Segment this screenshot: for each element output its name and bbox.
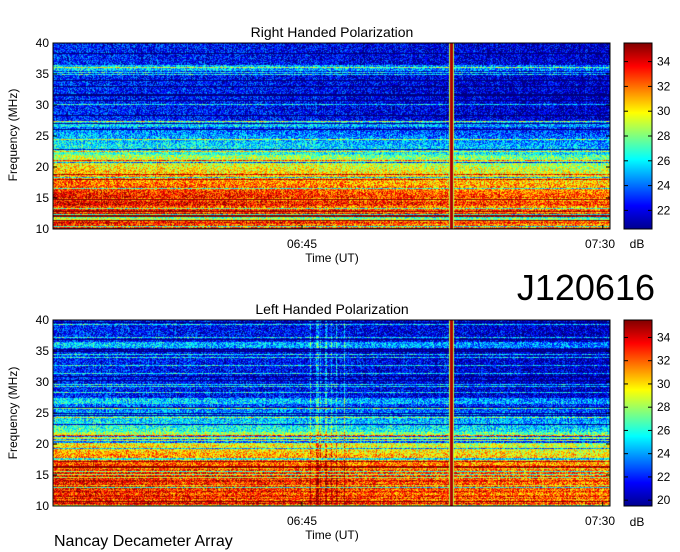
y-axis-label: Frequency (MHz) (6, 367, 20, 460)
colorbar-tick-label: 26 (657, 423, 671, 437)
colorbar-tick-label: 34 (657, 55, 671, 69)
colorbar-tick-label: 34 (657, 330, 671, 344)
y-axis-label: Frequency (MHz) (6, 89, 20, 182)
y-tick-label: 25 (36, 129, 50, 143)
y-tick-label: 10 (36, 222, 50, 236)
colorbar-tick-label: 22 (657, 470, 671, 484)
colorbar-tick-label: 20 (657, 493, 671, 507)
y-tick-label: 20 (36, 437, 50, 451)
y-tick-label: 40 (36, 313, 50, 327)
y-tick-label: 30 (36, 98, 50, 112)
colorbar (623, 42, 653, 230)
colorbar-tick-label: 32 (657, 354, 671, 368)
colorbar-unit: dB (630, 515, 645, 529)
y-tick-label: 35 (36, 67, 50, 81)
panel-title: Right Handed Polarization (251, 24, 414, 40)
left-polarization-panel: Left Handed Polarization Frequency (MHz)… (6, 301, 671, 542)
x-tick-label: 07:30 (585, 237, 615, 251)
footer-credit: Nancay Decameter Array (54, 533, 233, 550)
x-axis-label: Time (UT) (305, 251, 359, 265)
colorbar-tick-label: 30 (657, 104, 671, 118)
colorbar-tick-label: 24 (657, 179, 671, 193)
colorbar-tick-label: 32 (657, 79, 671, 93)
y-tick-label: 10 (36, 499, 50, 513)
y-tick-label: 20 (36, 160, 50, 174)
right-polarization-panel: Right Handed Polarization Frequency (MHz… (6, 24, 671, 265)
y-tick-label: 15 (36, 191, 50, 205)
colorbar-tick-label: 24 (657, 447, 671, 461)
spectrogram (53, 43, 610, 229)
y-tick-label: 35 (36, 344, 50, 358)
colorbar-unit: dB (630, 237, 645, 251)
y-tick-label: 15 (36, 468, 50, 482)
y-tick-label: 25 (36, 406, 50, 420)
x-tick-label: 06:45 (287, 514, 317, 528)
dynamic-spectrum-figure: Right Handed Polarization Frequency (MHz… (6, 24, 671, 550)
y-tick-label: 40 (36, 36, 50, 50)
colorbar (623, 319, 653, 507)
y-tick-label: 30 (36, 375, 50, 389)
x-axis-label: Time (UT) (305, 528, 359, 542)
event-id: J120616 (517, 267, 655, 308)
colorbar-tick-label: 30 (657, 377, 671, 391)
x-tick-label: 07:30 (585, 514, 615, 528)
panel-title: Left Handed Polarization (255, 301, 408, 317)
colorbar-tick-label: 28 (657, 129, 671, 143)
colorbar-tick-label: 26 (657, 154, 671, 168)
colorbar-tick-label: 28 (657, 400, 671, 414)
colorbar-tick-label: 22 (657, 203, 671, 217)
spectrogram (53, 320, 610, 506)
x-tick-label: 06:45 (287, 237, 317, 251)
